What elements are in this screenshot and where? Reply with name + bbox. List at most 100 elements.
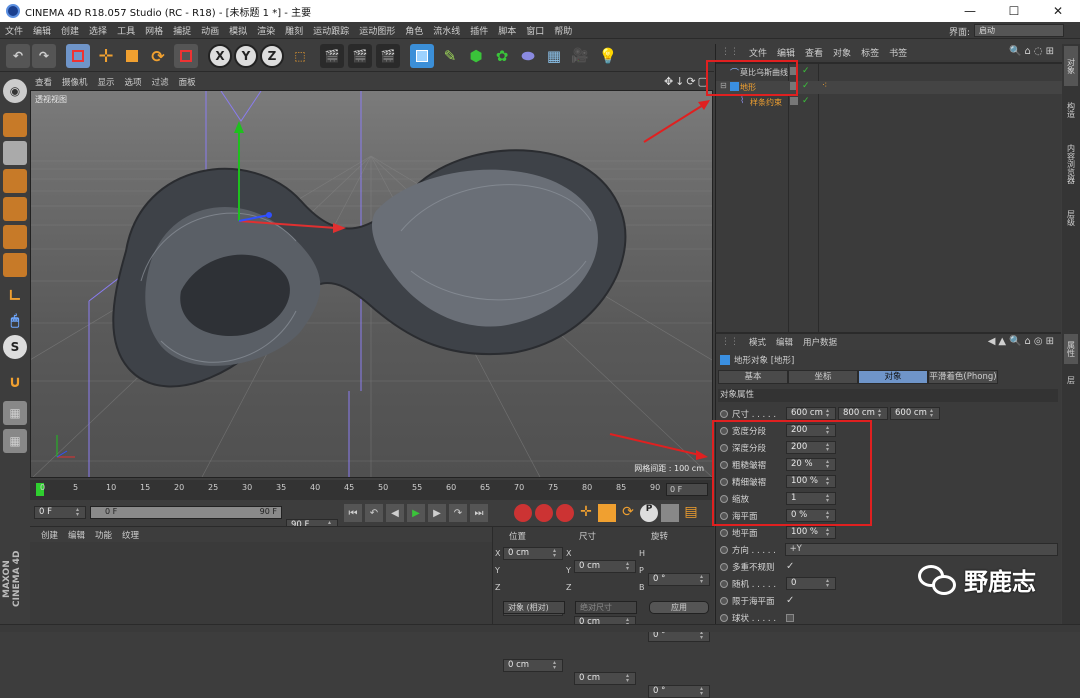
menu-simulate[interactable]: 模拟 — [224, 24, 252, 37]
keyframe-selection-icon[interactable] — [556, 504, 574, 522]
workplane-mode-icon[interactable] — [3, 169, 27, 193]
workplane-icon[interactable]: ▦ — [3, 401, 27, 425]
light-icon[interactable]: 💡 — [596, 44, 620, 68]
timeline-ruler[interactable]: 0 5 10 15 20 25 30 35 40 45 50 55 60 65 … — [30, 480, 714, 500]
menu-script[interactable]: 脚本 — [493, 24, 521, 37]
om-search-icon[interactable]: 🔍⌂◌⊞ — [1009, 46, 1057, 57]
viewport-menu-filter[interactable]: 过滤 — [147, 76, 174, 88]
menu-select[interactable]: 选择 — [84, 24, 112, 37]
undo-icon[interactable]: ↶ — [6, 44, 30, 68]
material-menu-texture[interactable]: 纹理 — [117, 529, 144, 541]
visibility-check-icon[interactable]: ✓ — [802, 96, 810, 106]
menu-character[interactable]: 角色 — [400, 24, 428, 37]
rotate-icon[interactable]: ⟳ — [146, 44, 170, 68]
am-menu-edit[interactable]: 编辑 — [771, 336, 798, 348]
render-to-picture-viewer-icon[interactable]: 🎬 — [348, 44, 372, 68]
pen-spline-icon[interactable]: ✎ — [438, 44, 462, 68]
axis-x-lock-icon[interactable]: X — [208, 44, 232, 68]
menu-snap[interactable]: 捕捉 — [168, 24, 196, 37]
coordinate-system-icon[interactable]: ⬚ — [288, 44, 312, 68]
minimize-button[interactable]: — — [948, 0, 992, 22]
spherical-checkbox[interactable] — [786, 613, 794, 622]
viewport-menu-panel[interactable]: 面板 — [174, 76, 201, 88]
make-editable-icon[interactable]: ◉ — [3, 79, 27, 103]
menu-motion-tracker[interactable]: 运动跟踪 — [308, 24, 354, 37]
timeline-icon[interactable]: ▤ — [682, 504, 700, 522]
position-key-icon[interactable]: ✛ — [577, 504, 595, 522]
viewport-navigation-icons[interactable]: ✥↓⟳▢ — [664, 75, 710, 88]
coord-mode-select[interactable]: 对象 (相对) — [503, 601, 565, 614]
anim-radio[interactable] — [720, 409, 728, 418]
size-x-field[interactable]: 600 cm — [786, 407, 836, 420]
scale-key-icon[interactable] — [598, 504, 616, 522]
close-button[interactable]: ✕ — [1036, 0, 1080, 22]
side-tab-objects[interactable]: 对象 — [1064, 46, 1078, 86]
tweak-mode-icon[interactable]: 🖱 — [3, 309, 27, 333]
camera-icon[interactable]: 🎥 — [568, 44, 592, 68]
limit-sea-level-checkbox[interactable]: ✓ — [786, 595, 794, 606]
anim-radio[interactable] — [720, 545, 728, 554]
subdivision-surface-icon[interactable]: ⬢ — [464, 44, 488, 68]
om-menu-view[interactable]: 查看 — [800, 46, 828, 59]
next-key-icon[interactable]: ↷ — [449, 504, 467, 522]
range-slider[interactable]: 0 F 90 F — [90, 506, 282, 519]
anim-radio[interactable] — [720, 596, 728, 605]
multifractal-checkbox[interactable]: ✓ — [786, 561, 794, 572]
tab-coordinates[interactable]: 坐标 — [788, 370, 858, 384]
coord-size-x-field[interactable]: 0 cm — [574, 560, 636, 573]
side-tab-structure[interactable]: 层级 — [1064, 198, 1078, 238]
tag-icon[interactable]: ⁖ — [822, 81, 827, 91]
render-view-icon[interactable]: 🎬 — [320, 44, 344, 68]
seed-field[interactable]: 0 — [786, 577, 836, 590]
side-tab-content-browser[interactable]: 内容浏览器 — [1064, 134, 1078, 194]
coord-size-mode-select[interactable]: 绝对尺寸 — [575, 601, 637, 614]
recent-tools-icon[interactable] — [174, 44, 198, 68]
coord-size-z-field[interactable]: 0 cm — [574, 672, 636, 685]
parameter-key-icon[interactable]: P — [640, 504, 658, 522]
array-icon[interactable]: ✿ — [490, 44, 514, 68]
om-menu-file[interactable]: 文件 — [744, 46, 772, 59]
object-row-spline-wrap[interactable]: ⌇ 样条约束 ✓ — [716, 96, 1062, 109]
coord-rot-b-field[interactable]: 0 ° — [648, 685, 710, 698]
side-tab-attributes[interactable]: 属性 — [1064, 334, 1078, 364]
redo-icon[interactable]: ↷ — [32, 44, 56, 68]
goto-start-icon[interactable]: ⏮ — [344, 504, 362, 522]
menu-animate[interactable]: 动画 — [196, 24, 224, 37]
autokey-icon[interactable] — [535, 504, 553, 522]
edges-mode-icon[interactable] — [3, 225, 27, 249]
axis-z-lock-icon[interactable]: Z — [260, 44, 284, 68]
current-frame-field[interactable]: 0 F — [666, 483, 708, 496]
scale-icon[interactable] — [120, 44, 144, 68]
goto-end-icon[interactable]: ⏭ — [470, 504, 488, 522]
visibility-check-icon[interactable]: ✓ — [802, 81, 810, 91]
am-nav-icons[interactable]: ◀▲🔍⌂◎⊞ — [988, 336, 1057, 347]
menu-edit[interactable]: 编辑 — [28, 24, 56, 37]
viewport-menu-options[interactable]: 选项 — [120, 76, 147, 88]
coord-rot-h-field[interactable]: 0 ° — [648, 573, 710, 586]
coord-pos-x-field[interactable]: 0 cm — [503, 547, 563, 560]
axis-y-lock-icon[interactable]: Y — [234, 44, 258, 68]
visibility-check-icon[interactable]: ✓ — [802, 66, 810, 76]
om-menu-bookmarks[interactable]: 书签 — [884, 46, 912, 59]
menu-plugins[interactable]: 插件 — [465, 24, 493, 37]
am-menu-userdata[interactable]: 用户数据 — [798, 336, 842, 348]
move-icon[interactable]: ✛ — [94, 44, 118, 68]
tab-phong[interactable]: 平滑着色(Phong) — [928, 370, 998, 384]
layout-select[interactable]: 启动 — [974, 24, 1064, 37]
plateau-level-field[interactable]: 100 % — [786, 526, 836, 539]
texture-mode-icon[interactable] — [3, 141, 27, 165]
om-menu-objects[interactable]: 对象 — [828, 46, 856, 59]
viewport-menu-display[interactable]: 显示 — [93, 76, 120, 88]
menu-tools[interactable]: 工具 — [112, 24, 140, 37]
size-z-field[interactable]: 600 cm — [890, 407, 940, 420]
anim-radio[interactable] — [720, 613, 728, 622]
om-menu-tags[interactable]: 标签 — [856, 46, 884, 59]
side-tab-takes[interactable]: 构造 — [1064, 90, 1078, 130]
material-menu-function[interactable]: 功能 — [90, 529, 117, 541]
material-menu-create[interactable]: 创建 — [36, 529, 63, 541]
direction-select[interactable]: +Y — [784, 543, 1058, 556]
menu-sculpt[interactable]: 雕刻 — [280, 24, 308, 37]
viewport-menu-cameras[interactable]: 摄像机 — [57, 76, 93, 88]
viewport-menu-view[interactable]: 查看 — [30, 76, 57, 88]
point-level-key-icon[interactable] — [661, 504, 679, 522]
